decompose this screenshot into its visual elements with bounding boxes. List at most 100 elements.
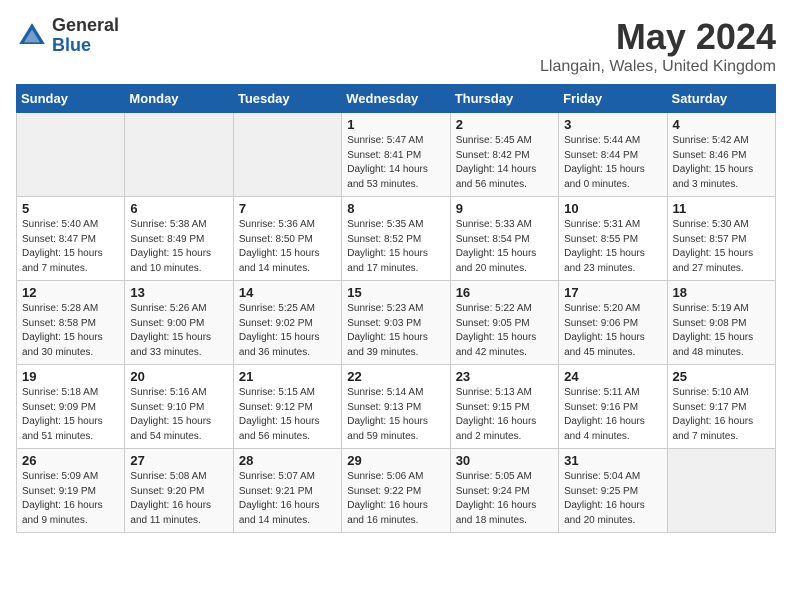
- weekday-header-row: SundayMondayTuesdayWednesdayThursdayFrid…: [17, 85, 776, 113]
- day-info: Sunrise: 5:45 AMSunset: 8:42 PMDaylight:…: [456, 134, 553, 192]
- calendar-week-2: 5Sunrise: 5:40 AMSunset: 8:47 PMDaylight…: [17, 197, 776, 281]
- day-number: 2: [456, 117, 553, 132]
- day-info: Sunrise: 5:11 AMSunset: 9:16 PMDaylight:…: [564, 386, 661, 444]
- calendar-cell: 3 Sunrise: 5:44 AMSunset: 8:44 PMDaylight…: [559, 113, 667, 197]
- calendar-cell: 17Sunrise: 5:20 AMSunset: 9:06 PMDayligh…: [559, 281, 667, 365]
- weekday-header-saturday: Saturday: [667, 85, 775, 113]
- weekday-header-thursday: Thursday: [450, 85, 558, 113]
- day-number: 19: [22, 369, 119, 384]
- day-info: Sunrise: 5:42 AMSunset: 8:46 PMDaylight:…: [673, 134, 770, 192]
- calendar-cell: 29 Sunrise: 5:06 AMSunset: 9:22 PMDayligh…: [342, 449, 450, 533]
- calendar-cell: 1 Sunrise: 5:47 AMSunset: 8:41 PMDaylight…: [342, 113, 450, 197]
- calendar-cell: 2 Sunrise: 5:45 AMSunset: 8:42 PMDaylight…: [450, 113, 558, 197]
- day-number: 1: [347, 117, 444, 132]
- day-number: 18: [673, 285, 770, 300]
- weekday-header-sunday: Sunday: [17, 85, 125, 113]
- day-info: Sunrise: 5:05 AMSunset: 9:24 PMDaylight:…: [456, 470, 553, 528]
- day-info: Sunrise: 5:36 AMSunset: 8:50 PMDaylight:…: [239, 218, 336, 276]
- calendar-cell: 28 Sunrise: 5:07 AMSunset: 9:21 PMDayligh…: [233, 449, 341, 533]
- calendar-cell: 23 Sunrise: 5:13 AMSunset: 9:15 PMDayligh…: [450, 365, 558, 449]
- day-info: Sunrise: 5:07 AMSunset: 9:21 PMDaylight:…: [239, 470, 336, 528]
- calendar-cell: 27 Sunrise: 5:08 AMSunset: 9:20 PMDayligh…: [125, 449, 233, 533]
- day-number: 7: [239, 201, 336, 216]
- calendar-week-1: 1 Sunrise: 5:47 AMSunset: 8:41 PMDaylight…: [17, 113, 776, 197]
- day-info: Sunrise: 5:19 AMSunset: 9:08 PMDaylight:…: [673, 302, 770, 360]
- day-info: Sunrise: 5:08 AMSunset: 9:20 PMDaylight:…: [130, 470, 227, 528]
- calendar-table: SundayMondayTuesdayWednesdayThursdayFrid…: [16, 84, 776, 533]
- day-number: 20: [130, 369, 227, 384]
- calendar-cell: 20 Sunrise: 5:16 AMSunset: 9:10 PMDayligh…: [125, 365, 233, 449]
- day-info: Sunrise: 5:31 AMSunset: 8:55 PMDaylight:…: [564, 218, 661, 276]
- logo-icon: [16, 20, 48, 52]
- calendar-cell: 4 Sunrise: 5:42 AMSunset: 8:46 PMDaylight…: [667, 113, 775, 197]
- calendar-cell: 18 Sunrise: 5:19 AMSunset: 9:08 PMDayligh…: [667, 281, 775, 365]
- weekday-header-monday: Monday: [125, 85, 233, 113]
- calendar-cell: [233, 113, 341, 197]
- month-title: May 2024: [540, 16, 776, 58]
- day-info: Sunrise: 5:15 AMSunset: 9:12 PMDaylight:…: [239, 386, 336, 444]
- day-info: Sunrise: 5:30 AMSunset: 8:57 PMDaylight:…: [673, 218, 770, 276]
- logo: General Blue: [16, 16, 119, 56]
- calendar-cell: [17, 113, 125, 197]
- calendar-cell: 9 Sunrise: 5:33 AMSunset: 8:54 PMDaylight…: [450, 197, 558, 281]
- day-info: Sunrise: 5:04 AMSunset: 9:25 PMDaylight:…: [564, 470, 661, 528]
- calendar-cell: 7 Sunrise: 5:36 AMSunset: 8:50 PMDaylight…: [233, 197, 341, 281]
- calendar-cell: 14 Sunrise: 5:25 AMSunset: 9:02 PMDayligh…: [233, 281, 341, 365]
- day-info: Sunrise: 5:10 AMSunset: 9:17 PMDaylight:…: [673, 386, 770, 444]
- weekday-header-friday: Friday: [559, 85, 667, 113]
- day-info: Sunrise: 5:23 AMSunset: 9:03 PMDaylight:…: [347, 302, 444, 360]
- day-info: Sunrise: 5:26 AMSunset: 9:00 PMDaylight:…: [130, 302, 227, 360]
- day-number: 9: [456, 201, 553, 216]
- day-info: Sunrise: 5:22 AMSunset: 9:05 PMDaylight:…: [456, 302, 553, 360]
- calendar-cell: 5Sunrise: 5:40 AMSunset: 8:47 PMDaylight…: [17, 197, 125, 281]
- day-info: Sunrise: 5:33 AMSunset: 8:54 PMDaylight:…: [456, 218, 553, 276]
- day-info: Sunrise: 5:25 AMSunset: 9:02 PMDaylight:…: [239, 302, 336, 360]
- calendar-cell: 10Sunrise: 5:31 AMSunset: 8:55 PMDayligh…: [559, 197, 667, 281]
- calendar-cell: 26Sunrise: 5:09 AMSunset: 9:19 PMDayligh…: [17, 449, 125, 533]
- day-info: Sunrise: 5:18 AMSunset: 9:09 PMDaylight:…: [22, 386, 119, 444]
- day-info: Sunrise: 5:40 AMSunset: 8:47 PMDaylight:…: [22, 218, 119, 276]
- calendar-week-5: 26Sunrise: 5:09 AMSunset: 9:19 PMDayligh…: [17, 449, 776, 533]
- logo-text: General Blue: [52, 16, 119, 56]
- day-info: Sunrise: 5:16 AMSunset: 9:10 PMDaylight:…: [130, 386, 227, 444]
- day-number: 12: [22, 285, 119, 300]
- calendar-cell: 8Sunrise: 5:35 AMSunset: 8:52 PMDaylight…: [342, 197, 450, 281]
- day-info: Sunrise: 5:20 AMSunset: 9:06 PMDaylight:…: [564, 302, 661, 360]
- day-number: 23: [456, 369, 553, 384]
- calendar-cell: 12 Sunrise: 5:28 AMSunset: 8:58 PMDayligh…: [17, 281, 125, 365]
- day-info: Sunrise: 5:44 AMSunset: 8:44 PMDaylight:…: [564, 134, 661, 192]
- day-info: Sunrise: 5:14 AMSunset: 9:13 PMDaylight:…: [347, 386, 444, 444]
- calendar-cell: [125, 113, 233, 197]
- calendar-cell: [667, 449, 775, 533]
- day-info: Sunrise: 5:13 AMSunset: 9:15 PMDaylight:…: [456, 386, 553, 444]
- day-info: Sunrise: 5:28 AMSunset: 8:58 PMDaylight:…: [22, 302, 119, 360]
- logo-general: General: [52, 15, 119, 35]
- day-number: 3: [564, 117, 661, 132]
- day-number: 25: [673, 369, 770, 384]
- day-number: 15: [347, 285, 444, 300]
- day-number: 8: [347, 201, 444, 216]
- day-number: 14: [239, 285, 336, 300]
- day-number: 11: [673, 201, 770, 216]
- day-info: Sunrise: 5:09 AMSunset: 9:19 PMDaylight:…: [22, 470, 119, 528]
- day-number: 27: [130, 453, 227, 468]
- page-header: General Blue May 2024 Llangain, Wales, U…: [16, 16, 776, 76]
- day-info: Sunrise: 5:06 AMSunset: 9:22 PMDaylight:…: [347, 470, 444, 528]
- calendar-cell: 24Sunrise: 5:11 AMSunset: 9:16 PMDayligh…: [559, 365, 667, 449]
- day-number: 28: [239, 453, 336, 468]
- day-number: 31: [564, 453, 661, 468]
- day-number: 6: [130, 201, 227, 216]
- day-number: 29: [347, 453, 444, 468]
- calendar-week-3: 12 Sunrise: 5:28 AMSunset: 8:58 PMDayligh…: [17, 281, 776, 365]
- weekday-header-tuesday: Tuesday: [233, 85, 341, 113]
- day-number: 30: [456, 453, 553, 468]
- title-area: May 2024 Llangain, Wales, United Kingdom: [540, 16, 776, 76]
- calendar-cell: 16Sunrise: 5:22 AMSunset: 9:05 PMDayligh…: [450, 281, 558, 365]
- calendar-cell: 19 Sunrise: 5:18 AMSunset: 9:09 PMDayligh…: [17, 365, 125, 449]
- day-info: Sunrise: 5:47 AMSunset: 8:41 PMDaylight:…: [347, 134, 444, 192]
- day-number: 4: [673, 117, 770, 132]
- calendar-cell: 15 Sunrise: 5:23 AMSunset: 9:03 PMDayligh…: [342, 281, 450, 365]
- day-number: 21: [239, 369, 336, 384]
- calendar-cell: 30 Sunrise: 5:05 AMSunset: 9:24 PMDayligh…: [450, 449, 558, 533]
- calendar-cell: 22Sunrise: 5:14 AMSunset: 9:13 PMDayligh…: [342, 365, 450, 449]
